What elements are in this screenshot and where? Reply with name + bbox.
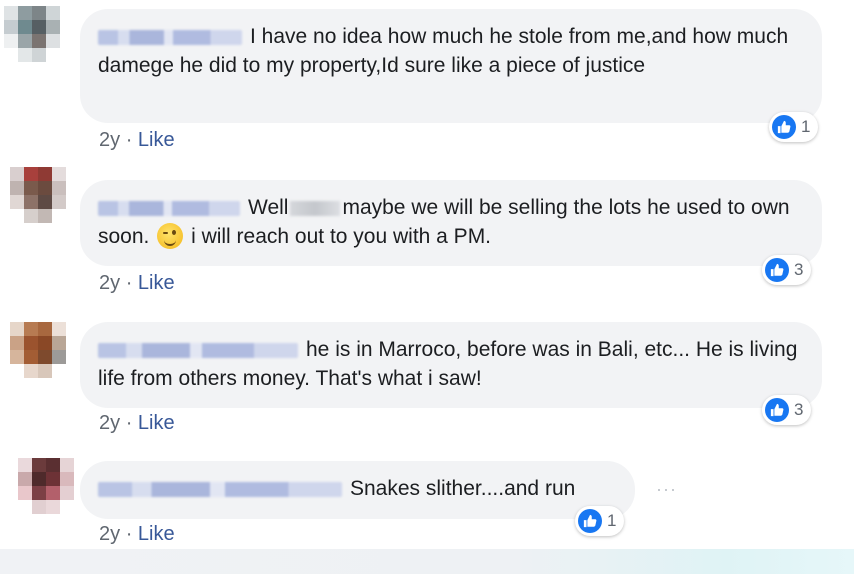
comment-meta: 2y · Like — [99, 129, 175, 152]
comment-bubble: he is in Marroco, before was in Bali, et… — [80, 322, 822, 408]
reaction-count-badge[interactable]: 1 — [769, 112, 819, 142]
avatar[interactable] — [18, 458, 74, 514]
comment-bubble: Snakes slither....and run — [80, 461, 635, 519]
meta-separator: · — [125, 129, 133, 151]
reaction-count: 3 — [794, 400, 804, 419]
author-name[interactable] — [98, 200, 240, 216]
more-options-icon[interactable]: ··· — [656, 479, 677, 500]
thumbs-up-icon — [772, 115, 796, 139]
thumbs-up-icon — [765, 258, 789, 282]
comment-text: Snakes slither....and run — [350, 477, 576, 500]
comment-timestamp[interactable]: 2y — [99, 272, 120, 294]
avatar[interactable] — [4, 6, 60, 62]
reaction-count: 1 — [801, 117, 811, 136]
comment-meta: 2y · Like — [99, 523, 175, 546]
meta-separator: · — [125, 412, 133, 434]
like-link[interactable]: Like — [138, 412, 175, 434]
comment-meta: 2y · Like — [99, 272, 175, 295]
redacted-name — [290, 200, 341, 216]
comment-text-end: i will reach out to you with a PM. — [191, 225, 492, 248]
author-name[interactable] — [98, 481, 342, 497]
comment-bubble: Well maybe we will be selling the lots he… — [80, 180, 822, 266]
avatar[interactable] — [10, 167, 66, 223]
comment-text-start: Well — [248, 196, 289, 219]
reaction-count-badge[interactable]: 1 — [575, 506, 625, 536]
comment-meta: 2y · Like — [99, 412, 175, 435]
comment-timestamp[interactable]: 2y — [99, 129, 120, 151]
thumbs-up-icon — [765, 398, 789, 422]
comment-timestamp[interactable]: 2y — [99, 412, 120, 434]
meta-separator: · — [125, 523, 133, 545]
reaction-count: 1 — [607, 511, 617, 530]
author-name[interactable] — [98, 29, 242, 45]
like-link[interactable]: Like — [138, 272, 175, 294]
thumbs-up-icon — [578, 509, 602, 533]
comment-timestamp[interactable]: 2y — [99, 523, 120, 545]
comment-bubble: I have no idea how much he stole from me… — [80, 9, 822, 123]
like-link[interactable]: Like — [138, 523, 175, 545]
author-name[interactable] — [98, 342, 298, 358]
reaction-count: 3 — [794, 260, 804, 279]
reaction-count-badge[interactable]: 3 — [762, 395, 812, 425]
comment-input-area-edge — [0, 549, 854, 574]
reaction-count-badge[interactable]: 3 — [762, 255, 812, 285]
like-link[interactable]: Like — [138, 129, 175, 151]
meta-separator: · — [125, 272, 133, 294]
avatar[interactable] — [10, 322, 66, 378]
wink-emoji-icon — [157, 223, 184, 249]
